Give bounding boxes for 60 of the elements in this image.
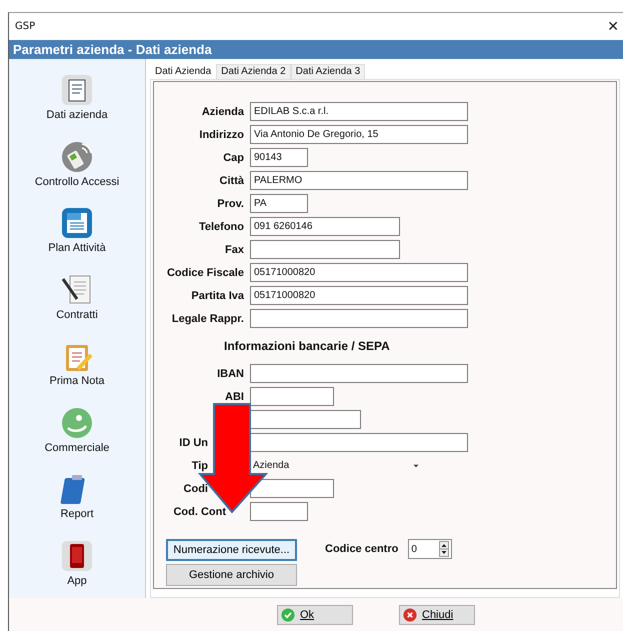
field-label: Cod. Cont xyxy=(173,506,226,518)
sidebar-item[interactable]: Commerciale xyxy=(44,406,110,465)
window-title: GSP xyxy=(15,21,36,32)
input-field[interactable]: EDILAB S.c.a r.l. xyxy=(250,102,468,121)
sidebar-item[interactable]: Plan Attività xyxy=(48,206,106,266)
document-icon xyxy=(60,206,94,240)
field-label: ID Un xyxy=(179,436,208,448)
tab[interactable]: Dati Azienda 2 xyxy=(216,64,291,79)
field-label: Città xyxy=(218,174,245,186)
field-label: Tip xyxy=(192,460,208,472)
input-field[interactable] xyxy=(250,387,334,406)
sidebar-item[interactable]: Prima Nota xyxy=(49,339,105,398)
footer-button[interactable]: Ok xyxy=(277,605,353,625)
input-field[interactable]: 05171000820 xyxy=(250,286,468,305)
section-title: Informazioni bancarie / SEPA xyxy=(223,338,391,355)
smartphone-icon xyxy=(60,538,94,572)
input-field[interactable] xyxy=(250,502,308,521)
action-button[interactable]: Numerazione ricevute... xyxy=(166,539,297,561)
check-icon xyxy=(281,608,295,622)
field-label: Cap xyxy=(222,152,245,164)
close-icon xyxy=(403,608,417,622)
sidebar-item[interactable]: Report xyxy=(60,472,94,532)
input-field[interactable]: Via Antonio De Gregorio, 15 xyxy=(250,125,468,144)
input-field[interactable]: PALERMO xyxy=(250,171,468,190)
input-field[interactable] xyxy=(250,479,334,498)
input-field[interactable] xyxy=(250,240,400,259)
spinner-arrows-icon xyxy=(439,541,450,557)
input-field[interactable] xyxy=(250,364,468,383)
footer-button[interactable]: Chiudi xyxy=(399,605,475,625)
field-label: Indirizzo xyxy=(198,128,245,140)
input-field[interactable] xyxy=(250,309,468,328)
input-field[interactable]: 091 6260146 xyxy=(250,217,400,236)
input-field[interactable]: 90143 xyxy=(250,148,308,167)
field-label: Codice Fiscale xyxy=(166,266,245,278)
dropdown[interactable]: Azienda xyxy=(250,456,421,475)
spinner-field[interactable]: 0 xyxy=(408,539,452,559)
sidebar-item[interactable]: Controllo Accessi xyxy=(34,140,120,199)
tab[interactable]: Dati Azienda 3 xyxy=(290,64,366,79)
header-bar: Parametri azienda - Dati azienda xyxy=(9,40,623,59)
sidebar-item[interactable]: App xyxy=(60,538,94,598)
field-label: Codice centro xyxy=(325,543,398,555)
field-label: Telefono xyxy=(198,220,245,232)
input-field[interactable] xyxy=(250,433,468,452)
phone-icon xyxy=(60,140,94,174)
field-label: Prov. xyxy=(216,198,245,210)
close-button[interactable]: ✕ xyxy=(607,18,619,34)
notepad-icon xyxy=(60,73,94,107)
field-label: Codi xyxy=(184,482,208,494)
field-label: Legale Rappr. xyxy=(170,312,245,324)
sidebar-item[interactable]: Contratti xyxy=(56,272,98,332)
field-label: Azienda xyxy=(200,106,245,118)
sidebar-item[interactable]: Dati azienda xyxy=(46,73,108,132)
input-field[interactable]: PA xyxy=(250,194,308,213)
input-field[interactable]: 05171000820 xyxy=(250,263,468,282)
action-button[interactable]: Gestione archivio xyxy=(166,564,297,586)
field-label: IBAN xyxy=(217,368,244,380)
field-label: ABI xyxy=(225,390,244,402)
field-label: Partita Iva xyxy=(190,290,245,302)
field-label: Fax xyxy=(224,244,245,256)
input-field[interactable] xyxy=(250,410,361,429)
